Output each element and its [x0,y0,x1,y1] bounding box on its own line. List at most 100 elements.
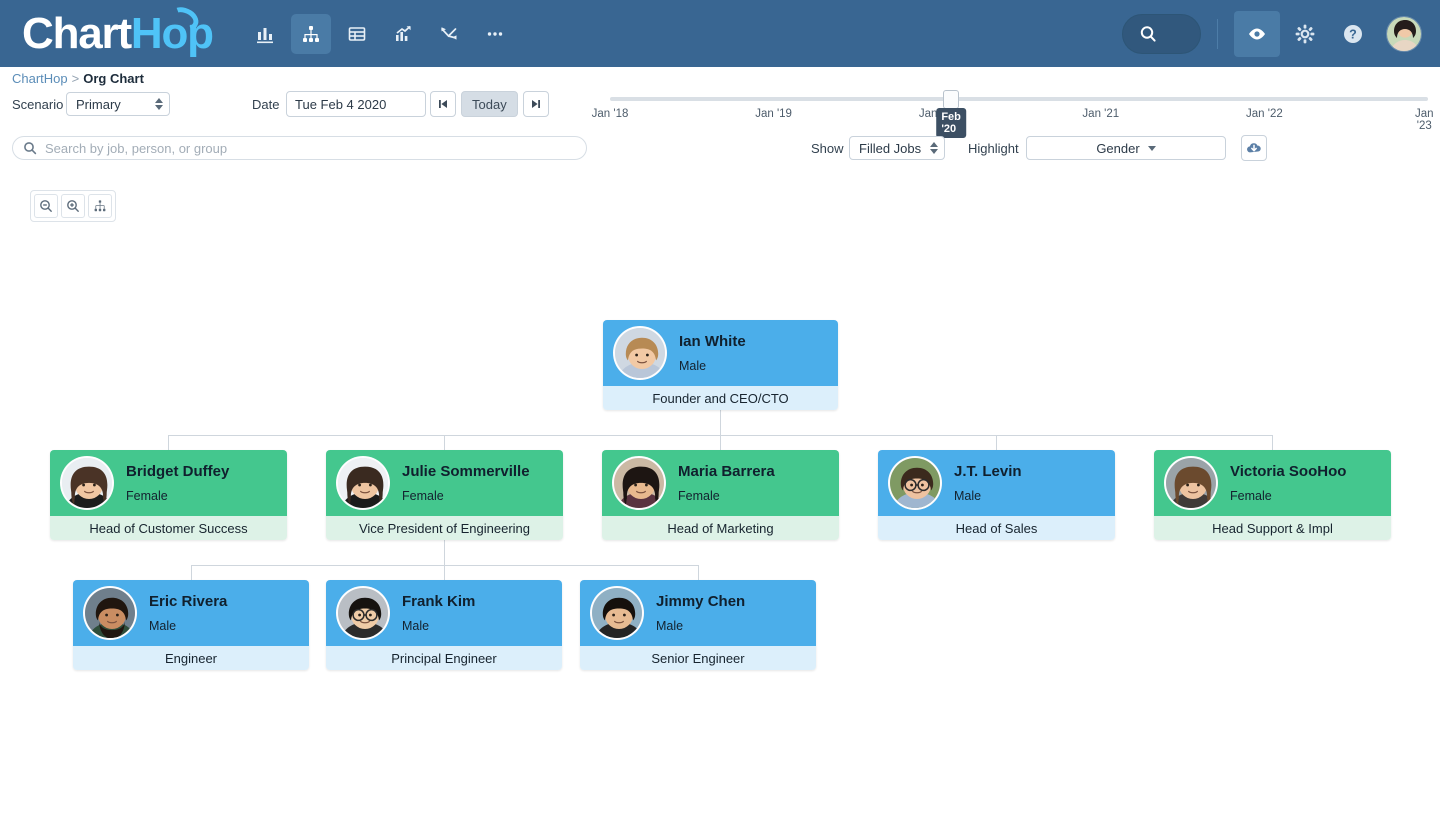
org-card-meta: Jimmy ChenMale [656,594,745,633]
org-card-gender: Male [656,620,745,633]
org-card-header: Bridget Duffey Female [50,450,287,516]
photo-eric-rivera [83,586,137,640]
show-select[interactable]: Filled Jobs [849,136,945,160]
timeline-tick: Jan '18 [592,108,629,120]
photo-jt-levin [888,456,942,510]
gear-icon [1292,21,1318,47]
connector [996,435,997,450]
timeline-slider[interactable]: Jan '18Jan '19Jan '20Jan '21Jan '22Jan '… [610,94,1428,134]
org-card-name: Julie Sommerville [402,464,530,479]
org-card-header: Victoria SooHooFemale [1154,450,1391,516]
org-card[interactable]: Julie SommervilleFemaleVice President of… [326,450,563,540]
scenario-label: Scenario [12,97,63,112]
connector [1272,435,1273,450]
highlight-value: Gender [1096,141,1139,156]
timeline-ticks: Jan '18Jan '19Jan '20Jan '21Jan '22Jan '… [610,108,1428,134]
export-button[interactable] [1241,135,1267,161]
org-card[interactable]: J.T. LevinMaleHead of Sales [878,450,1115,540]
breadcrumb-current: Org Chart [83,71,144,86]
org-card-gender: Female [1230,490,1346,503]
org-card[interactable]: Victoria SooHooFemaleHead Support & Impl [1154,450,1391,540]
photo-maria-barrera [612,456,666,510]
org-card-gender: Female [678,490,775,503]
connector [698,565,699,580]
photo-julie-sommerville [336,456,390,510]
search-box[interactable] [12,136,587,160]
breadcrumb-root[interactable]: ChartHop [12,71,68,86]
org-card-header: J.T. Levin Male [878,450,1115,516]
user-avatar[interactable] [1386,16,1422,52]
today-button[interactable]: Today [461,91,518,117]
chevron-down-icon [1148,146,1156,151]
org-card-name: J.T. Levin [954,464,1022,479]
org-card-header: Julie Sommerville Female [326,450,563,516]
search-icon [1137,23,1159,45]
org-card-header: Jimmy ChenMale [580,580,816,646]
stepper-icon [155,98,163,110]
org-card[interactable]: Eric RiveraMaleEngineer [73,580,309,670]
org-card[interactable]: Ian White Male Founder and CEO/CTO [603,320,838,410]
show-label: Show [811,141,844,156]
help-button[interactable]: ? [1330,11,1376,57]
breadcrumb-separator: > [72,71,80,86]
search-input[interactable] [45,141,565,156]
timeline-track[interactable] [610,97,1428,101]
org-card-title: Head of Marketing [602,516,839,540]
org-card-meta: Maria Barrera Female [678,464,775,503]
org-card[interactable]: Jimmy ChenMale Senior Engineer [580,580,816,670]
nav-flow[interactable] [429,14,469,54]
header-search-button[interactable] [1122,14,1201,54]
org-card-header: Frank KimMale [326,580,562,646]
photo-bridget-duffey [60,456,114,510]
breadcrumb: ChartHop >Org Chart [12,71,144,86]
org-card-name: Bridget Duffey [126,464,229,479]
logo-text-hop: Hop [131,12,213,56]
nav-bar-chart[interactable] [245,14,285,54]
org-card-header: Ian White Male [603,320,838,386]
org-card-name: Frank Kim [402,594,475,609]
org-card-name: Ian White [679,334,746,349]
breadcrumb-row: ChartHop >Org Chart [0,67,1440,91]
photo-jimmy-chen [590,586,644,640]
date-input[interactable]: Tue Feb 4 2020 [286,91,426,117]
photo-ian-white [613,326,667,380]
org-card[interactable]: Frank KimMalePrincipal Engineer [326,580,562,670]
date-prev-button[interactable] [430,91,456,117]
org-card[interactable]: Maria Barrera Female Head of Marketing [602,450,839,540]
eye-icon [1244,21,1270,47]
date-next-button[interactable] [523,91,549,117]
org-card-header: Eric RiveraMale [73,580,309,646]
timeline-tick: Jan '21 [1082,108,1119,120]
nav-more[interactable] [475,14,515,54]
nav-trend-chart[interactable] [383,14,423,54]
connector [191,565,192,580]
nav-table[interactable] [337,14,377,54]
filter-row: Show Filled Jobs Highlight Gender [0,136,1440,164]
timeline-tick: Jan '23 [1415,108,1434,132]
nav-org-chart[interactable] [291,14,331,54]
org-card-meta: Victoria SooHooFemale [1230,464,1346,503]
org-card-gender: Female [126,490,229,503]
search-icon [23,141,37,155]
org-card-name: Eric Rivera [149,594,227,609]
timeline-handle[interactable] [943,90,959,109]
connector [168,435,169,450]
connector [720,435,721,450]
charthop-logo[interactable]: ChartHop [22,12,213,56]
settings-button[interactable] [1282,11,1328,57]
org-card[interactable]: Bridget DuffeyFemaleHead of Customer Suc… [50,450,287,540]
org-card-title: Senior Engineer [580,646,816,670]
org-card-gender: Male [679,360,746,373]
org-card-meta: Ian White Male [679,334,746,373]
photo-victoria-soohoo [1164,456,1218,510]
org-card-header: Maria Barrera Female [602,450,839,516]
scenario-select[interactable]: Primary [66,92,170,116]
org-card-title: Founder and CEO/CTO [603,386,838,410]
highlight-select[interactable]: Gender [1026,136,1226,160]
org-card-gender: Female [402,490,530,503]
visibility-button[interactable] [1234,11,1280,57]
skip-back-icon [437,98,449,110]
org-card-gender: Male [954,490,1022,503]
logo-text-chart: Chart [22,12,131,56]
org-card-name: Maria Barrera [678,464,775,479]
